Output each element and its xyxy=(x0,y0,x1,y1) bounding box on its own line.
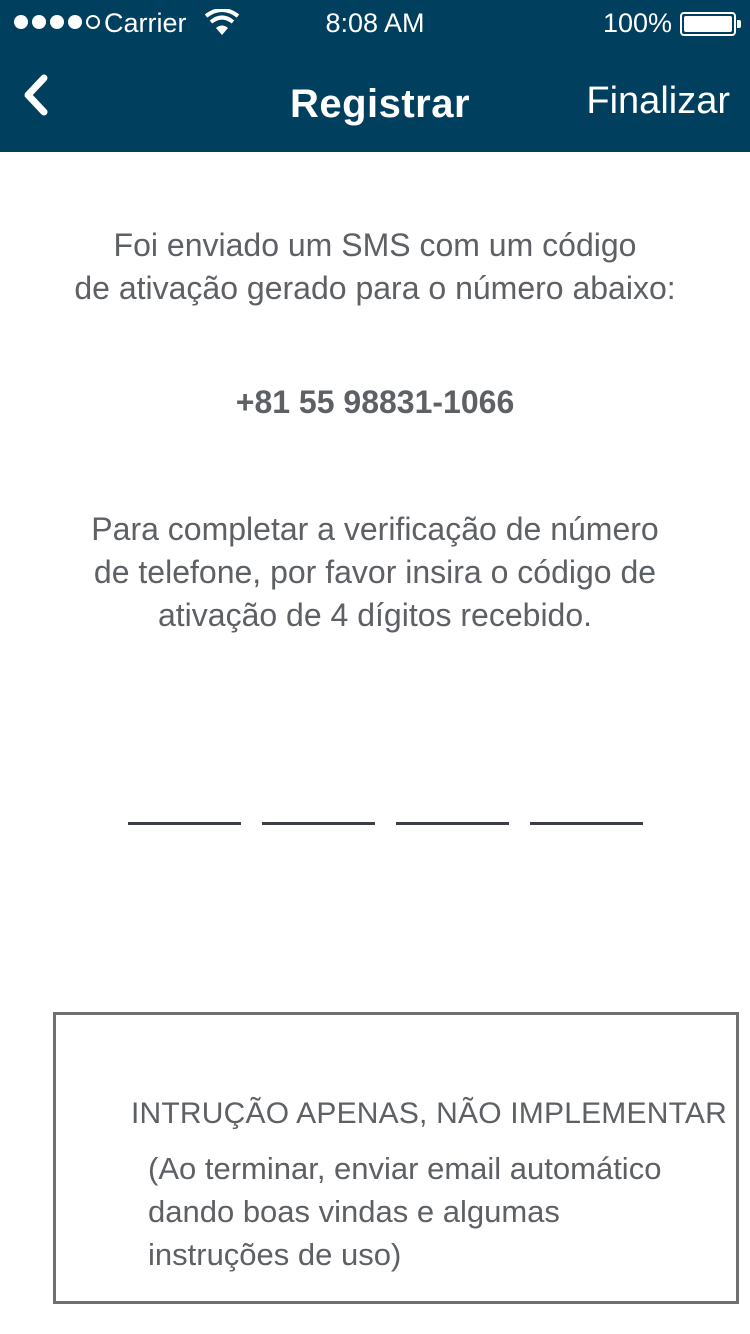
verification-instructions: Para completar a verificação de número d… xyxy=(0,508,750,637)
implementation-note-box: INTRUÇÃO APENAS, NÃO IMPLEMENTAR (Ao ter… xyxy=(53,1012,739,1304)
note-line-2: dando boas vindas e algumas xyxy=(148,1194,560,1229)
phone-number: +81 55 98831-1066 xyxy=(235,384,515,420)
note-line-1: (Ao terminar, enviar email automático xyxy=(148,1151,662,1186)
verification-line-1: Para completar a verificação de número xyxy=(91,511,659,547)
finish-button[interactable]: Finalizar xyxy=(586,80,730,123)
sms-message-line-1: Foi enviado um SMS com um código xyxy=(113,227,637,263)
code-digit-1-input[interactable] xyxy=(128,822,241,825)
note-body: (Ao terminar, enviar email automático da… xyxy=(148,1147,661,1276)
verification-line-3: ativação de 4 dígitos recebido. xyxy=(157,597,593,633)
navigation-bar: Carrier 8:08 AM 100% Registrar Finalizar xyxy=(0,0,750,152)
battery-icon xyxy=(680,12,741,36)
code-digit-3-input[interactable] xyxy=(396,822,509,825)
sms-sent-message: Foi enviado um SMS com um código de ativ… xyxy=(0,224,750,310)
status-bar: Carrier 8:08 AM 100% xyxy=(0,0,750,48)
code-digit-4-input[interactable] xyxy=(530,822,643,825)
verification-line-2: de telefone, por favor insira o código d… xyxy=(93,554,657,590)
battery-percentage: 100% xyxy=(602,8,672,38)
note-title: INTRUÇÃO APENAS, NÃO IMPLEMENTAR xyxy=(131,1097,727,1130)
sms-message-line-2: de ativação gerado para o número abaixo: xyxy=(74,270,676,306)
note-line-3: instruções de uso) xyxy=(148,1237,402,1272)
code-digit-2-input[interactable] xyxy=(262,822,375,825)
